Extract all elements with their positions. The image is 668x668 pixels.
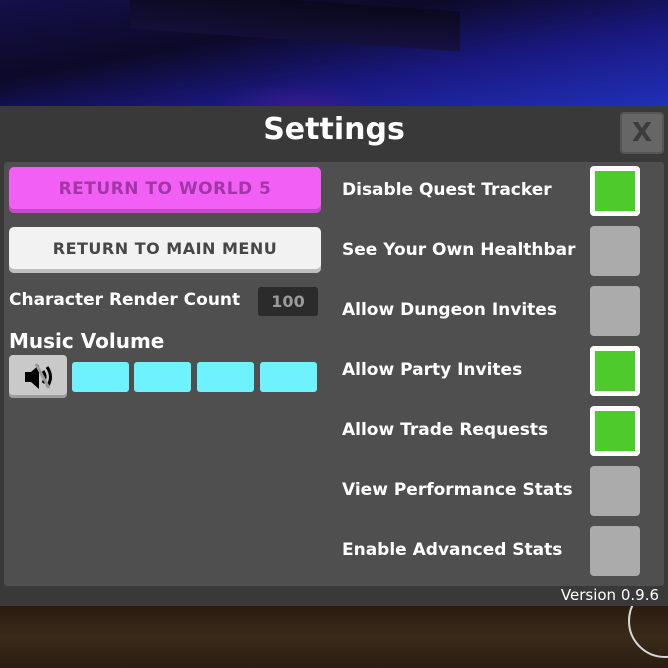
volume-bar-segment-4[interactable] xyxy=(260,362,317,392)
toggle-allow-dungeon-invites[interactable] xyxy=(590,286,640,336)
option-label-allow-party-invites: Allow Party Invites xyxy=(342,360,523,380)
game-background-bottom xyxy=(0,606,668,668)
option-label-allow-trade-requests: Allow Trade Requests xyxy=(342,420,549,440)
background-beam xyxy=(130,0,460,52)
volume-bar-segment-3[interactable] xyxy=(197,362,254,392)
toggle-view-performance-stats[interactable] xyxy=(590,466,640,516)
toggle-allow-trade-requests[interactable] xyxy=(590,406,640,456)
version-label: Version 0.9.6 xyxy=(560,586,659,604)
game-background-top xyxy=(0,0,668,106)
option-label-enable-advanced-stats: Enable Advanced Stats xyxy=(342,540,563,560)
option-label-disable-quest-tracker: Disable Quest Tracker xyxy=(342,180,552,200)
toggle-allow-party-invites[interactable] xyxy=(590,346,640,396)
settings-title: Settings xyxy=(263,112,405,147)
option-label-allow-dungeon-invites: Allow Dungeon Invites xyxy=(342,300,557,320)
toggle-enable-advanced-stats[interactable] xyxy=(590,526,640,576)
close-button[interactable]: X xyxy=(620,112,664,154)
volume-bar-segment-1[interactable] xyxy=(72,362,129,392)
return-to-world-button[interactable]: RETURN TO WORLD 5 xyxy=(9,167,321,213)
mute-button[interactable] xyxy=(9,355,67,398)
music-volume-label: Music Volume xyxy=(9,329,165,353)
character-render-count-input[interactable]: 100 xyxy=(258,287,318,316)
option-label-view-performance-stats: View Performance Stats xyxy=(342,480,573,500)
option-label-see-own-healthbar: See Your Own Healthbar xyxy=(342,240,576,260)
volume-bar-segment-2[interactable] xyxy=(134,362,191,392)
character-render-count-label: Character Render Count xyxy=(9,290,241,310)
return-to-main-menu-button[interactable]: RETURN TO MAIN MENU xyxy=(9,227,321,273)
toggle-disable-quest-tracker[interactable] xyxy=(590,166,640,216)
speaker-muted-icon xyxy=(25,363,52,389)
toggle-see-own-healthbar[interactable] xyxy=(590,226,640,276)
